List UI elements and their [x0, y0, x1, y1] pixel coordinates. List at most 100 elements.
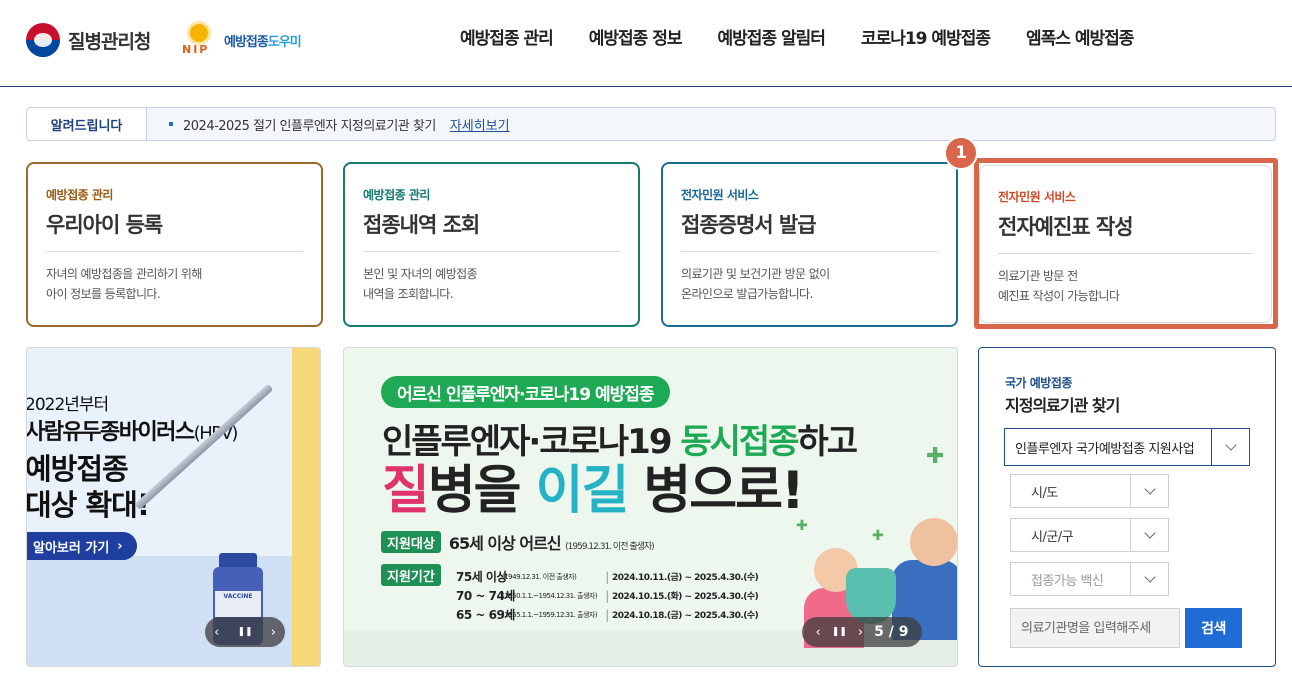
flu-target-text: 65세 이상 어르신: [448, 534, 562, 553]
period-sep: |: [605, 569, 609, 584]
flu-target-tag: 지원대상: [381, 531, 441, 553]
card-title: 접종내역 조회: [363, 209, 620, 252]
chevron-right-icon: ›: [117, 538, 123, 554]
notice-detail-link[interactable]: 자세히보기: [450, 115, 510, 134]
step-badge: 1: [944, 136, 978, 170]
period-range: (1955.1.1.~1959.12.31. 출생자): [502, 610, 598, 619]
pause-icon[interactable]: ❚❚: [237, 627, 252, 637]
card-category: 전자민원 서비스: [681, 188, 759, 202]
flu-period-tag-row: 지원기간: [381, 564, 441, 586]
vaccine-select-value: 접종가능 백신: [1031, 573, 1104, 589]
flu-target: 65세 이상 어르신 (1959.12.31. 이전 출생자): [448, 530, 655, 554]
nip-logo[interactable]: NIP 예방접종도우미: [180, 20, 302, 60]
chevron-down-icon: [1130, 563, 1168, 595]
flu-title2-d: 병으로!: [627, 461, 804, 521]
search-category: 국가 예방접종: [1005, 376, 1072, 390]
card-e-questionnaire[interactable]: 전자민원 서비스 전자예진표 작성 의료기관 방문 전 예진표 작성이 가능합니…: [979, 165, 1272, 323]
chevron-down-icon: [1130, 475, 1168, 507]
hpv-banner-strip: [292, 348, 320, 666]
flu-target-row: 지원대상 65세 이상 어르신 (1959.12.31. 이전 출생자): [381, 530, 655, 554]
sido-select[interactable]: 시/도: [1010, 474, 1169, 508]
syringe-icon: [134, 383, 274, 510]
nip-name: 예방접종도우미: [224, 31, 302, 50]
search-title: 지정의료기관 찾기: [1005, 396, 1120, 415]
nip-sun-icon: NIP: [180, 22, 220, 58]
card-certificate-issue[interactable]: 전자민원 서비스 접종증명서 발급 의료기관 및 보건기관 방문 없이 온라인으…: [661, 162, 958, 327]
notice-bar: 알려드립니다 2024-2025 절기 인플루엔자 지정의료기관 찾기 자세히보…: [26, 107, 1276, 141]
card-title: 전자예진표 작성: [998, 211, 1253, 254]
flu-covid-banner[interactable]: 어르신 인플루엔자·코로나19 예방접종 인플루엔자·코로나19 동시접종하고 …: [343, 347, 958, 667]
period-sep: |: [605, 607, 609, 622]
hpv-banner[interactable]: 2022년부터 사람유두종바이러스(HPV) 예방접종 대상 확대! 알아보러 …: [26, 347, 321, 667]
hpv-line4: 대상 확대!: [26, 488, 150, 522]
flu-title1-b: 하고: [797, 422, 858, 462]
clinic-search-panel: 국가 예방접종 지정의료기관 찾기 인플루엔자 국가예방접종 지원사업 시/도 …: [978, 347, 1276, 667]
card-title: 우리아이 등록: [46, 209, 303, 252]
chevron-down-icon: [1211, 429, 1249, 465]
hpv-slider-controls: ‹ ❚❚ ›: [205, 617, 285, 647]
card-vaccination-history[interactable]: 예방접종 관리 접종내역 조회 본인 및 자녀의 예방접종 내역을 조회합니다.: [343, 162, 640, 327]
period-date: 2024.10.11.(금) ~ 2025.4.30.(수): [612, 573, 759, 583]
notice-bullet-icon: [169, 122, 173, 126]
flu-title2-b: 병을: [427, 461, 536, 521]
sigungu-select[interactable]: 시/군/구: [1010, 518, 1169, 552]
hpv-learn-more-label: 알아보러 가기: [33, 540, 110, 556]
slide-sep: /: [888, 624, 894, 640]
nav-covid19-vaccination[interactable]: 코로나19 예방접종: [843, 26, 1008, 52]
kdca-name: 질병관리청: [68, 30, 151, 53]
card-child-registration[interactable]: 예방접종 관리 우리아이 등록 자녀의 예방접종을 관리하기 위해 아이 정보를…: [26, 162, 323, 327]
clinic-name-input[interactable]: [1010, 608, 1180, 648]
nav-vaccination-management[interactable]: 예방접종 관리: [442, 26, 571, 52]
program-select[interactable]: 인플루엔자 국가예방접종 지원사업: [1004, 428, 1250, 466]
program-select-value: 인플루엔자 국가예방접종 지원사업: [1015, 441, 1195, 457]
card-title: 접종증명서 발급: [681, 209, 938, 252]
prev-icon[interactable]: ‹: [816, 625, 821, 640]
hpv-line2-main: 사람유두종바이러스: [26, 420, 195, 445]
flu-title2-c: 이길: [535, 461, 630, 521]
notice-text[interactable]: 2024-2025 절기 인플루엔자 지정의료기관 찾기: [183, 115, 436, 134]
main-nav: 예방접종 관리 예방접종 정보 예방접종 알림터 코로나19 예방접종 엠폭스 …: [442, 26, 1151, 52]
period-date: 2024.10.15.(화) ~ 2025.4.30.(수): [612, 592, 759, 602]
card-description: 본인 및 자녀의 예방접종 내역을 조회합니다.: [363, 267, 478, 301]
search-button[interactable]: 검색: [1185, 608, 1242, 648]
flu-period-row: 75세 이상 (1949.12.31. 이전 출생자) | 2024.10.11.(금…: [456, 567, 759, 586]
pause-icon[interactable]: ❚❚: [832, 627, 847, 637]
period-range: (1949.12.31. 이전 출생자): [502, 572, 577, 581]
card-description: 자녀의 예방접종을 관리하기 위해 아이 정보를 등록합니다.: [46, 267, 202, 301]
plus-icon: ✚: [796, 518, 808, 534]
hpv-line1: 2022년부터: [26, 395, 109, 415]
slide-current: 5: [874, 624, 884, 640]
sido-select-value: 시/도: [1031, 485, 1058, 501]
kdca-emblem-icon: [26, 23, 60, 57]
card-category: 예방접종 관리: [46, 188, 113, 202]
kdca-logo[interactable]: 질병관리청: [26, 22, 151, 58]
nav-vaccination-info[interactable]: 예방접종 정보: [571, 26, 700, 52]
prev-icon[interactable]: ‹: [214, 625, 219, 640]
nip-name-accent: 도우미: [267, 34, 302, 50]
period-date: 2024.10.18.(금) ~ 2025.4.30.(수): [612, 611, 759, 621]
flu-title2-a: 질: [382, 461, 430, 521]
notice-label: 알려드립니다: [27, 108, 147, 140]
vaccine-select[interactable]: 접종가능 백신: [1010, 562, 1169, 596]
next-icon[interactable]: ›: [271, 625, 276, 640]
flu-banner-title2: 질병을 이길 병으로!: [382, 448, 805, 523]
period-sep: |: [605, 588, 609, 603]
next-icon[interactable]: ›: [858, 625, 863, 640]
chevron-down-icon: [1130, 519, 1168, 551]
card-description: 의료기관 방문 전 예진표 작성이 가능합니다: [998, 269, 1120, 303]
nav-mpox-vaccination[interactable]: 엠폭스 예방접종: [1008, 26, 1151, 52]
site-header: 질병관리청 NIP 예방접종도우미 예방접종 관리 예방접종 정보 예방접종 알…: [0, 0, 1292, 87]
period-age: 75세 이상: [456, 570, 508, 584]
slide-counter: 5 / 9: [874, 624, 908, 640]
sigungu-select-value: 시/군/구: [1031, 529, 1074, 545]
flu-period-list: 75세 이상 (1949.12.31. 이전 출생자) | 2024.10.11.(금…: [456, 567, 759, 624]
card-category: 전자민원 서비스: [998, 190, 1076, 204]
plus-icon: ✚: [926, 444, 945, 469]
flu-period-tag: 지원기간: [381, 564, 441, 586]
hpv-learn-more-button[interactable]: 알아보러 가기 ›: [27, 532, 137, 560]
nip-letters: NIP: [182, 43, 210, 56]
flu-period-row: 70 ~ 74세 (1950.1.1.~1954.12.31. 출생자) | 2024…: [456, 586, 759, 605]
nav-vaccination-notice[interactable]: 예방접종 알림터: [700, 26, 843, 52]
flu-slider-controls: ‹ ❚❚ › 5 / 9: [802, 617, 922, 647]
card-description: 의료기관 및 보건기관 방문 없이 온라인으로 발급가능합니다.: [681, 267, 830, 301]
